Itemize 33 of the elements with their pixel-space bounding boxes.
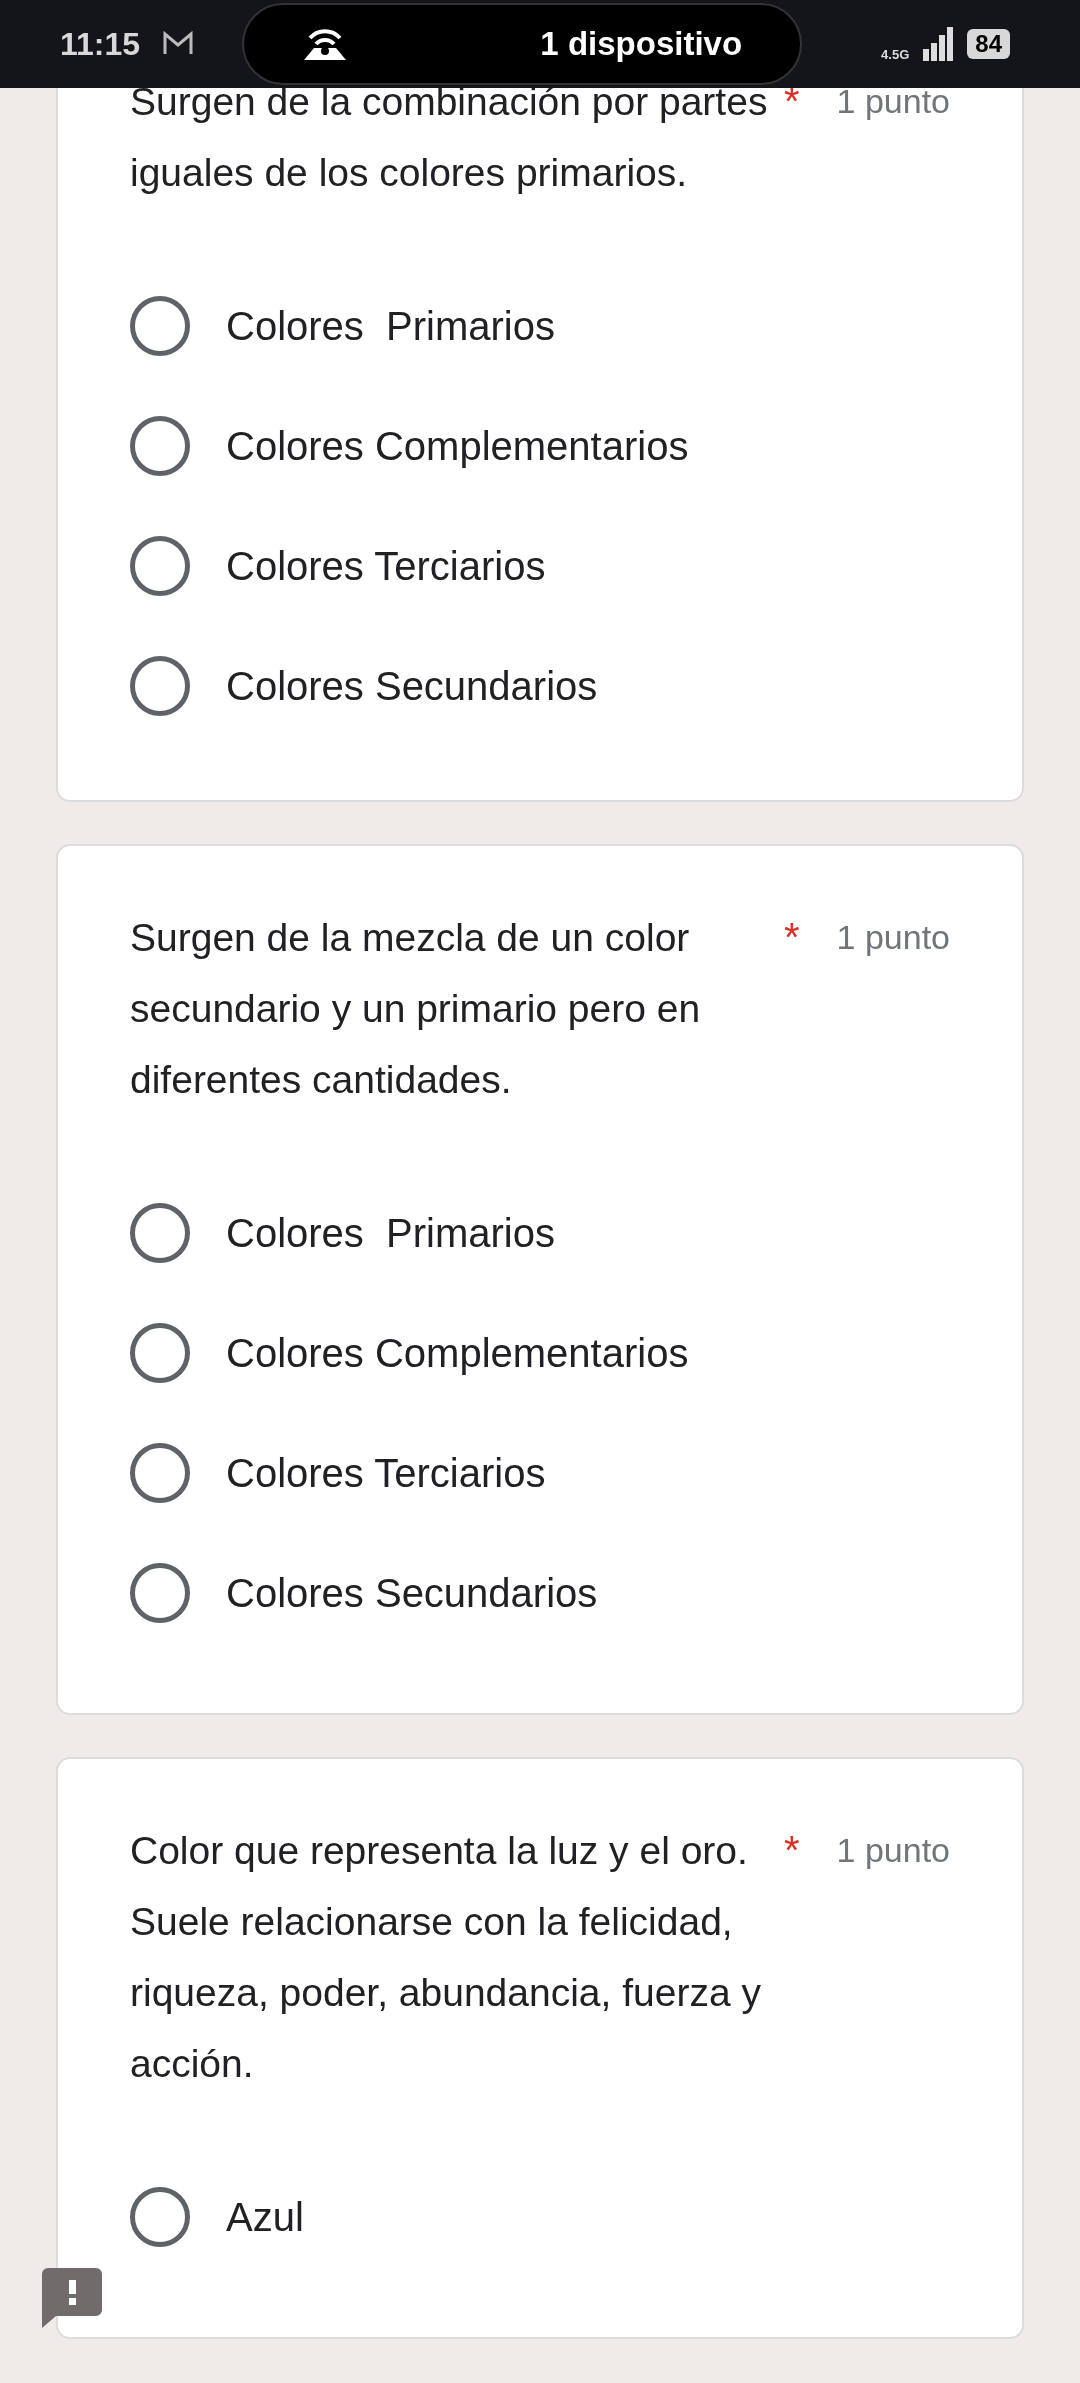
battery-indicator: 84 — [967, 29, 1010, 59]
option-label[interactable]: Colores Complementarios — [226, 1323, 689, 1383]
option-label[interactable]: Colores Primarios — [226, 1203, 555, 1263]
radio-button[interactable] — [130, 1203, 190, 1263]
points-label: 1 punto — [836, 917, 950, 958]
radio-button[interactable] — [130, 296, 190, 356]
option-label[interactable]: Colores Secundarios — [226, 656, 598, 716]
status-time: 11:15 — [60, 25, 141, 64]
question-text: Surgen de la mezcla de un color secundario y un primario pero en diferentes cantidades. — [130, 915, 702, 1103]
option-label[interactable]: Colores Complementarios — [226, 416, 689, 476]
hotspot-text: 1 dispositivo — [540, 24, 743, 65]
option-label[interactable]: Colores Secundarios — [226, 1563, 598, 1623]
signal-icon — [923, 27, 954, 61]
option-label[interactable]: Colores Terciarios — [226, 536, 546, 596]
option-label[interactable]: Azul — [226, 2187, 304, 2247]
radio-button[interactable] — [130, 2187, 190, 2247]
radio-button[interactable] — [130, 1443, 190, 1503]
option-label[interactable]: Colores Terciarios — [226, 1443, 546, 1503]
required-asterisk: * — [784, 1827, 800, 1874]
points-label: 1 punto — [836, 81, 950, 122]
radio-button[interactable] — [130, 416, 190, 476]
points-label: 1 punto — [836, 1830, 950, 1871]
option-label[interactable]: Colores Primarios — [226, 296, 555, 356]
radio-button[interactable] — [130, 656, 190, 716]
hotspot-icon — [302, 26, 349, 62]
hotspot-pill[interactable]: 1 dispositivo — [242, 3, 803, 85]
mail-icon — [162, 31, 195, 57]
radio-button[interactable] — [130, 1563, 190, 1623]
network-label: 4.5G — [881, 46, 910, 65]
radio-button[interactable] — [130, 536, 190, 596]
radio-button[interactable] — [130, 1323, 190, 1383]
required-asterisk: * — [784, 914, 800, 961]
question-text: Color que representa la luz y el oro. Suele relacionarse con la felicidad, riqueza, poder, abundancia, fuerza y acción. — [130, 1828, 762, 2087]
